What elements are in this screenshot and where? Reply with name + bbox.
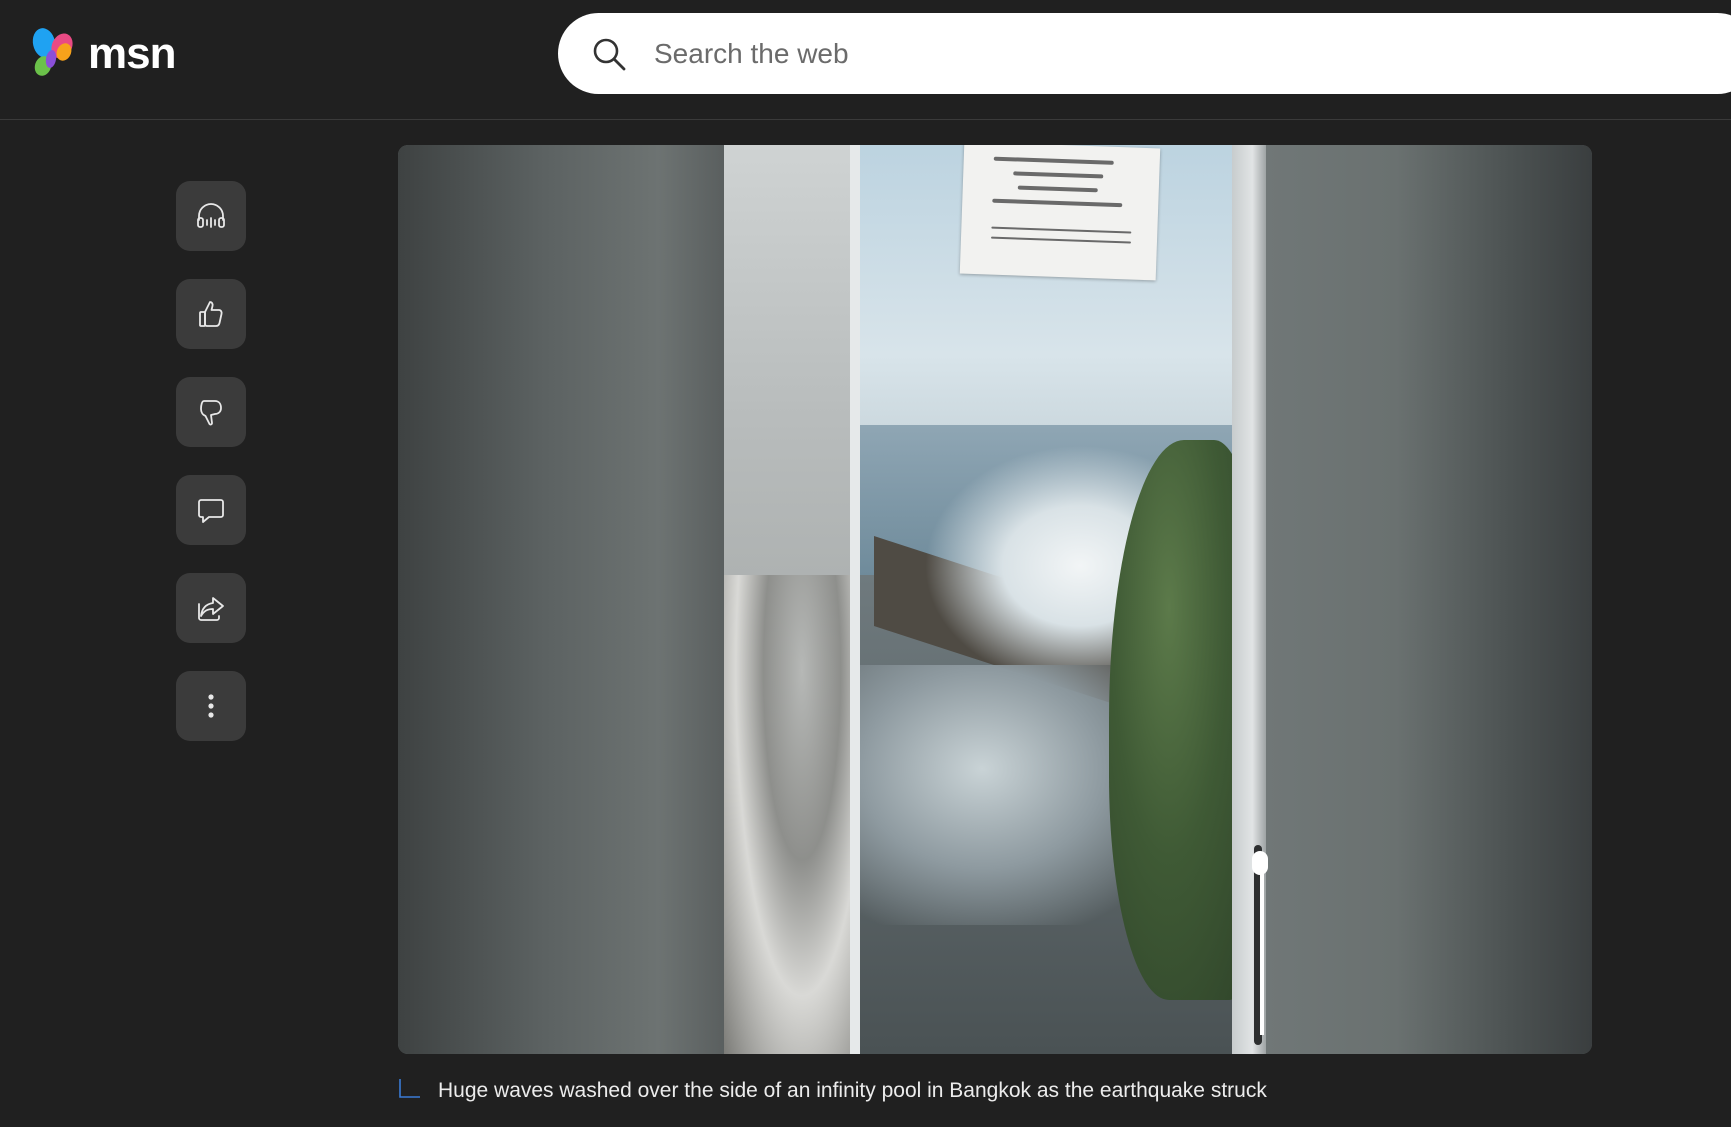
share-button[interactable] [176, 573, 246, 643]
more-options-button[interactable] [176, 671, 246, 741]
top-header: msn [0, 0, 1731, 120]
media-caption: Huge waves washed over the side of an in… [398, 1076, 1267, 1106]
comment-button[interactable] [176, 475, 246, 545]
action-rail [176, 181, 246, 741]
search-icon[interactable] [590, 35, 628, 73]
person-scene [724, 575, 854, 1054]
volume-slider-fill [1260, 865, 1264, 1035]
caption-corner-icon [399, 1079, 420, 1098]
blurred-backdrop-left [398, 145, 724, 1054]
dislike-button[interactable] [176, 377, 246, 447]
headphones-icon [197, 203, 225, 228]
notice-sign [959, 145, 1161, 281]
msn-butterfly-icon [32, 28, 73, 76]
caption-text: Huge waves washed over the side of an in… [438, 1079, 1267, 1102]
search-bar[interactable] [558, 13, 1731, 94]
pillar-scene [850, 145, 860, 1054]
search-input[interactable] [654, 13, 1554, 94]
share-icon [198, 597, 224, 621]
msn-logo[interactable]: msn [26, 26, 176, 82]
listen-button[interactable] [176, 181, 246, 251]
thumbs-up-icon [199, 301, 223, 327]
thumbs-down-icon [200, 400, 222, 426]
blurred-backdrop-right [1266, 145, 1592, 1054]
more-vertical-icon [208, 694, 214, 718]
comment-icon [198, 499, 224, 523]
video-frame[interactable] [724, 145, 1266, 1054]
volume-slider-thumb[interactable] [1252, 851, 1268, 875]
like-button[interactable] [176, 279, 246, 349]
logo-text: msn [88, 29, 176, 78]
video-player[interactable] [398, 145, 1592, 1054]
